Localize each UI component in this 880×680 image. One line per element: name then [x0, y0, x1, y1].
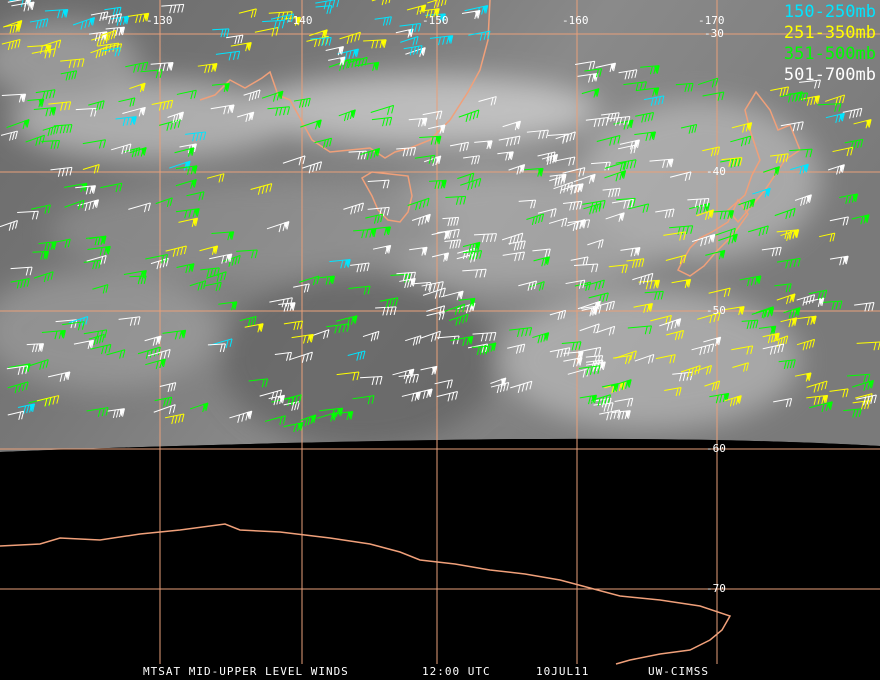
- pressure-legend: 150-250mb 251-350mb 351-500mb 501-700mb: [784, 2, 876, 86]
- latitude-label: -50: [706, 304, 726, 317]
- map-canvas: -130 -140 -150 -160 -170-30 -40 -50 -60 -70: [0, 0, 880, 680]
- valid-date: 10JUL11: [536, 665, 590, 678]
- longitude-label: -140: [286, 14, 313, 27]
- legend-item-501-700: 501-700mb: [783, 65, 876, 85]
- footer-bar: MTSAT MID-UPPER LEVEL WINDS 12:00 UTC 10…: [0, 664, 880, 680]
- latitude-label: -30: [704, 27, 724, 40]
- latitude-label: -40: [706, 165, 726, 178]
- valid-time: 12:00 UTC: [422, 665, 491, 678]
- legend-item-251-350: 251-350mb: [783, 23, 876, 43]
- satellite-wind-map: -130 -140 -150 -160 -170 -30 -40 -50 -60 -70 150-…: [0, 0, 880, 680]
- longitude-label: -170: [698, 14, 725, 27]
- legend-item-351-500: 351-500mb: [783, 44, 876, 64]
- earth-edge-space: [0, 438, 880, 680]
- legend-item-150-250: 150-250mb: [783, 2, 876, 22]
- source-credit: UW-CIMSS: [648, 665, 709, 678]
- latitude-label: -60: [706, 442, 726, 455]
- latitude-label: -70: [706, 582, 726, 595]
- product-title: MTSAT MID-UPPER LEVEL WINDS: [143, 665, 349, 678]
- longitude-label: -130: [146, 14, 173, 27]
- longitude-label: -160: [562, 14, 589, 27]
- longitude-label: -150: [422, 14, 449, 27]
